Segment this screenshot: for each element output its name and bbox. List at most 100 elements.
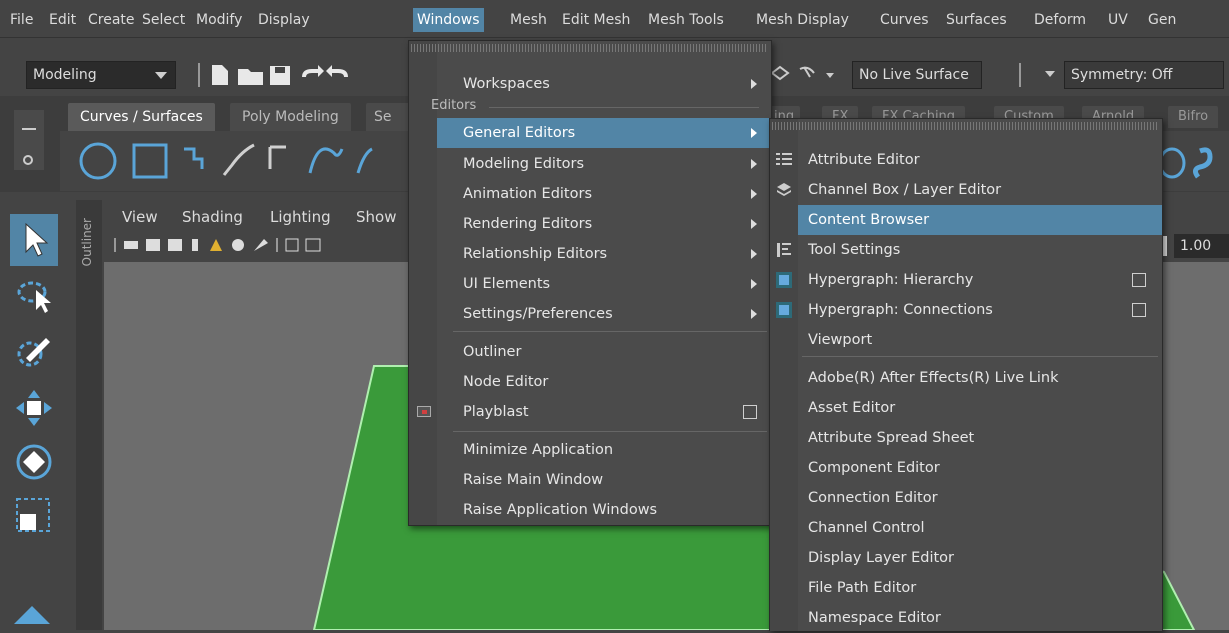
menu-item-channel-box[interactable]: Channel Box / Layer Editor [770, 175, 1162, 205]
tool-settings-icon [777, 243, 791, 257]
menu-modify[interactable]: Modify [196, 9, 242, 31]
menu-create[interactable]: Create [88, 9, 135, 31]
viewport-menu-show[interactable]: Show [356, 208, 396, 226]
tab-curves-surfaces[interactable]: Curves / Surfaces [68, 103, 215, 131]
menu-item-asset-editor[interactable]: Asset Editor [770, 393, 1162, 423]
menu-item-relationship-editors[interactable]: Relationship Editors [409, 239, 771, 269]
arc-icon [356, 147, 373, 174]
lasso-select-icon [17, 281, 51, 313]
menu-item-tool-settings[interactable]: Tool Settings [770, 235, 1162, 265]
submenu-arrow-icon [751, 128, 757, 138]
cv-curve-icon [184, 147, 204, 169]
menu-mesh[interactable]: Mesh [510, 9, 547, 31]
exposure-field[interactable]: 1.00 [1174, 234, 1229, 258]
menu-item-ui-elements[interactable]: UI Elements [409, 269, 771, 299]
paint-select-tool-button[interactable] [14, 332, 54, 372]
menu-item-attribute-editor[interactable]: Attribute Editor [770, 145, 1162, 175]
symmetry-label: Symmetry: Off [1071, 67, 1173, 83]
outliner-strip[interactable]: Outliner [76, 200, 102, 630]
lasso-icon [799, 66, 815, 78]
menu-mesh-display[interactable]: Mesh Display [756, 9, 849, 31]
chevron-down-icon[interactable] [1044, 69, 1058, 79]
grease-icon [254, 239, 268, 251]
menu-select[interactable]: Select [142, 9, 185, 31]
attribute-editor-icon [776, 153, 792, 165]
tear-off-handle[interactable] [411, 44, 767, 52]
layout-icon[interactable] [12, 602, 52, 630]
move-tool-button[interactable] [14, 388, 54, 428]
tab-poly-modeling[interactable]: Poly Modeling [230, 103, 351, 131]
menu-item-channel-control[interactable]: Channel Control [770, 513, 1162, 543]
menu-curves[interactable]: Curves [880, 9, 929, 31]
menu-item-file-path-editor[interactable]: File Path Editor [770, 573, 1162, 603]
menu-item-settings-preferences[interactable]: Settings/Preferences [409, 299, 771, 329]
snap-icons [770, 65, 834, 81]
menu-item-minimize-application[interactable]: Minimize Application [409, 435, 771, 465]
camera-attr-icon [146, 239, 160, 251]
menu-item-node-editor[interactable]: Node Editor [409, 367, 771, 397]
menu-edit[interactable]: Edit [49, 9, 76, 31]
menu-item-rendering-editors[interactable]: Rendering Editors [409, 209, 771, 239]
menu-item-content-browser[interactable]: Content Browser [798, 205, 1162, 235]
pencil-curve-icon [222, 143, 255, 176]
menu-edit-mesh[interactable]: Edit Mesh [562, 9, 630, 31]
menu-item-playblast[interactable]: Playblast [409, 397, 771, 427]
separator-icon [198, 63, 200, 87]
menu-display[interactable]: Display [258, 9, 310, 31]
image-plane-icon [192, 239, 198, 251]
general-editors-submenu: Attribute Editor Channel Box / Layer Edi… [769, 118, 1163, 631]
option-box-icon [1132, 303, 1146, 317]
workspace-dropdown[interactable]: Modeling [26, 61, 176, 89]
snap-icon [770, 65, 790, 81]
chevron-down-icon [155, 72, 167, 79]
shelf-menu-handle[interactable] [14, 110, 44, 170]
menu-windows[interactable]: Windows [413, 8, 484, 32]
bezier-curve-icon [308, 147, 344, 174]
menu-item-attribute-spread-sheet[interactable]: Attribute Spread Sheet [770, 423, 1162, 453]
menu-surfaces[interactable]: Surfaces [946, 9, 1007, 31]
menu-item-workspaces[interactable]: Workspaces [409, 69, 771, 99]
menu-item-raise-application-windows[interactable]: Raise Application Windows [409, 495, 771, 525]
tear-off-handle[interactable] [772, 122, 1158, 130]
live-surface-field[interactable]: No Live Surface [852, 61, 982, 89]
menu-item-animation-editors[interactable]: Animation Editors [409, 179, 771, 209]
select-tool-button[interactable] [10, 214, 58, 266]
menu-item-hypergraph-connections[interactable]: Hypergraph: Connections [770, 295, 1162, 325]
tab-bifrost[interactable]: Bifro [1168, 106, 1219, 128]
viewport-menu-lighting[interactable]: Lighting [270, 208, 331, 226]
menu-item-outliner[interactable]: Outliner [409, 337, 771, 367]
hypergraph-icon [776, 302, 792, 318]
paint-brush-icon [17, 338, 50, 367]
menu-file[interactable]: File [10, 9, 33, 31]
menu-uv[interactable]: UV [1108, 9, 1128, 31]
menu-item-modeling-editors[interactable]: Modeling Editors [409, 149, 771, 179]
scale-tool-button[interactable] [14, 496, 54, 536]
rotate-icon [16, 444, 52, 480]
menu-item-hypergraph-hierarchy[interactable]: Hypergraph: Hierarchy [770, 265, 1162, 295]
menu-generate[interactable]: Gen [1148, 9, 1176, 31]
menu-item-after-effects-live-link[interactable]: Adobe(R) After Effects(R) Live Link [770, 363, 1162, 393]
menu-item-raise-main-window[interactable]: Raise Main Window [409, 465, 771, 495]
rotate-tool-button[interactable] [14, 442, 54, 482]
viewport-toolbar-icons[interactable] [114, 236, 414, 254]
menu-item-component-editor[interactable]: Component Editor [770, 453, 1162, 483]
editors-section-header: Editors [431, 98, 477, 113]
menu-mesh-tools[interactable]: Mesh Tools [648, 9, 724, 31]
viewport-menu-shading[interactable]: Shading [182, 208, 243, 226]
gear-icon [23, 155, 33, 165]
workspace-label: Modeling [33, 67, 97, 83]
symmetry-dropdown[interactable]: Symmetry: Off [1064, 61, 1224, 89]
windows-menu: Workspaces Editors General Editors Model… [408, 40, 772, 526]
loft-icon [1192, 147, 1213, 179]
menu-item-namespace-editor[interactable]: Namespace Editor [770, 603, 1162, 633]
menu-deform[interactable]: Deform [1034, 9, 1086, 31]
menu-item-general-editors[interactable]: General Editors [437, 118, 771, 148]
arrow-cursor-icon [25, 222, 49, 257]
viewport-menu-view[interactable]: View [122, 208, 158, 226]
layers-icon [777, 183, 791, 196]
lasso-tool-button[interactable] [14, 276, 54, 316]
menu-item-viewport[interactable]: Viewport [770, 325, 1162, 355]
menu-item-display-layer-editor[interactable]: Display Layer Editor [770, 543, 1162, 573]
menu-item-connection-editor[interactable]: Connection Editor [770, 483, 1162, 513]
separator [453, 331, 767, 332]
